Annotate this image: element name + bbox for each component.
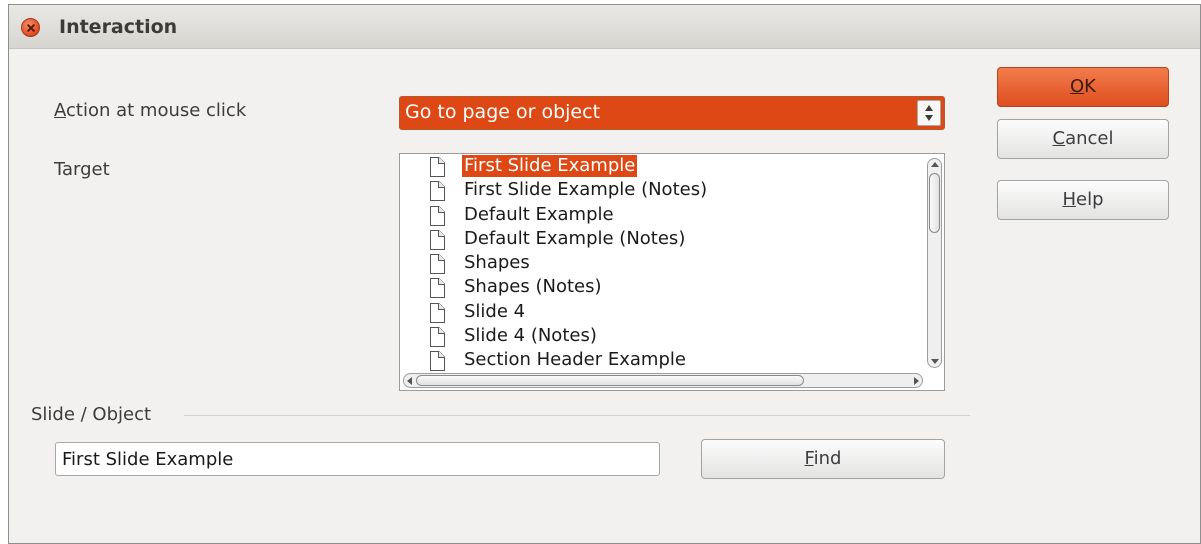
section-divider <box>184 415 970 416</box>
scroll-up-icon[interactable] <box>931 162 939 167</box>
vertical-scrollbar[interactable] <box>927 158 942 368</box>
action-dropdown-value: Go to page or object <box>405 101 601 123</box>
action-label: Action at mouse click <box>54 100 247 121</box>
help-button[interactable]: Help <box>997 180 1169 220</box>
title-bar: Interaction <box>9 5 1200 49</box>
scroll-right-icon[interactable] <box>914 377 919 385</box>
document-icon <box>430 157 445 177</box>
slide-object-input[interactable] <box>56 443 659 475</box>
find-button[interactable]: Find <box>701 439 945 479</box>
list-item-label: First Slide Example (Notes) <box>464 179 708 201</box>
horizontal-scrollbar[interactable] <box>403 373 923 388</box>
document-icon <box>430 327 445 348</box>
close-icon[interactable] <box>21 18 40 37</box>
horizontal-scroll-thumb[interactable] <box>416 375 804 386</box>
document-icon <box>430 302 445 323</box>
document-icon <box>430 229 445 250</box>
interaction-dialog: Interaction Action at mouse click Go to … <box>8 4 1201 544</box>
document-icon <box>430 254 445 275</box>
scroll-left-icon[interactable] <box>407 377 412 385</box>
ok-button[interactable]: OK <box>997 67 1169 107</box>
list-item-label: Default Example (Notes) <box>464 227 686 249</box>
action-dropdown[interactable]: Go to page or object <box>399 96 945 130</box>
list-item-label: Slide 4 <box>464 300 526 322</box>
list-item-label: Shapes <box>464 252 530 274</box>
dropdown-spin-icon[interactable] <box>917 100 941 126</box>
slide-object-label: Slide / Object <box>31 404 152 425</box>
document-icon <box>430 205 445 226</box>
document-icon <box>430 278 445 299</box>
target-list[interactable]: First Slide Example First Slide Example (… <box>399 153 945 391</box>
target-label: Target <box>54 159 110 180</box>
slide-object-field[interactable] <box>55 442 660 476</box>
list-item-label: Shapes (Notes) <box>464 276 602 298</box>
list-item-label: Default Example <box>464 203 614 225</box>
dialog-title: Interaction <box>59 16 178 38</box>
scroll-down-icon[interactable] <box>931 359 939 364</box>
cancel-button[interactable]: Cancel <box>997 119 1169 159</box>
document-icon <box>430 351 445 372</box>
document-icon <box>430 181 445 202</box>
list-item-label: Section Header Example <box>464 349 686 371</box>
list-item-label: Slide 4 (Notes) <box>464 325 597 347</box>
vertical-scroll-thumb[interactable] <box>929 173 940 233</box>
list-item-label: First Slide Example <box>462 155 638 177</box>
